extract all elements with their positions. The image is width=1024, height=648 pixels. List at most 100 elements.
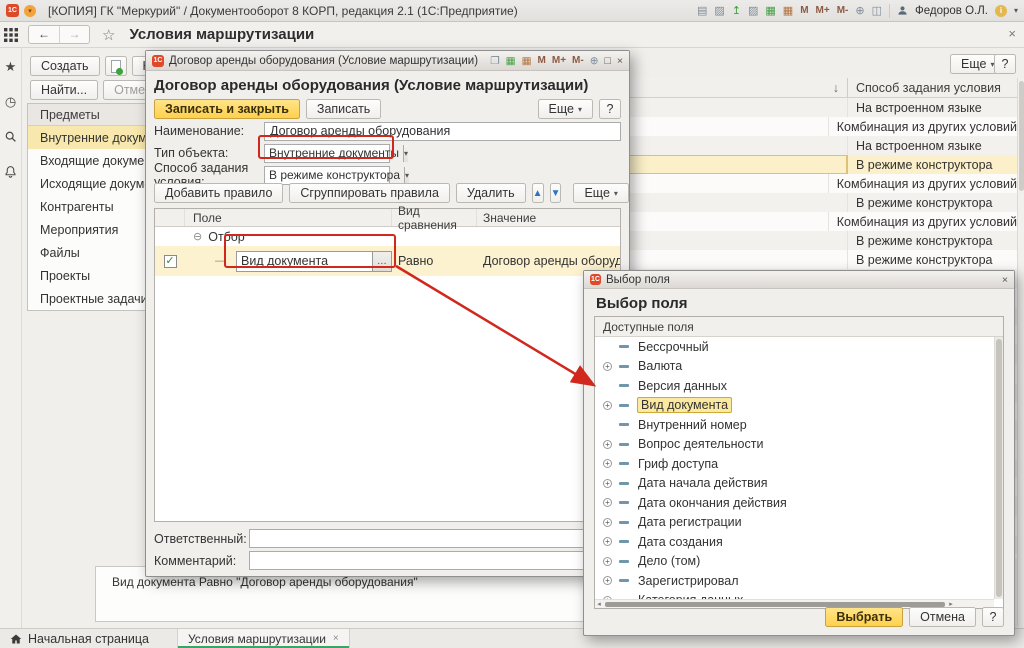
scrollbar-thumb[interactable] xyxy=(605,602,945,607)
search-icon[interactable] xyxy=(4,130,17,143)
sidebar-item-incoming-documents[interactable]: Входящие документы xyxy=(28,149,161,172)
rule-checkbox[interactable]: ✓ xyxy=(164,255,177,268)
forward-button[interactable]: → xyxy=(59,26,89,43)
zoom-icon[interactable]: ⊕ xyxy=(855,4,864,17)
print-icon[interactable]: ▨ xyxy=(714,4,724,17)
calendar-icon[interactable]: ▦ xyxy=(522,55,532,67)
favorite-star-icon[interactable]: ☆ xyxy=(102,26,115,44)
expand-icon[interactable]: + xyxy=(603,518,612,527)
memory-m-minus-button[interactable]: M- xyxy=(837,5,849,16)
back-button[interactable]: ← xyxy=(29,26,59,43)
copy-icon[interactable]: ❐ xyxy=(490,55,499,67)
comment-input[interactable] xyxy=(249,551,621,570)
memory-m-button[interactable]: M xyxy=(800,5,808,16)
expand-icon[interactable]: + xyxy=(603,537,612,546)
help-button[interactable]: ? xyxy=(982,607,1004,627)
save-and-close-button[interactable]: Записать и закрыть xyxy=(154,99,300,119)
maximize-icon[interactable]: □ xyxy=(605,55,611,67)
select-button[interactable]: Выбрать xyxy=(825,607,903,627)
expand-icon[interactable]: + xyxy=(603,459,612,468)
field-item[interactable]: +Валюта xyxy=(595,357,1003,377)
create-button[interactable]: Создать xyxy=(30,56,100,76)
app-menu-icon[interactable]: ▾ xyxy=(24,5,36,17)
sidebar-item-outgoing-documents[interactable]: Исходящие документы xyxy=(28,172,161,195)
condition-method-select[interactable]: В режиме конструктора ▾ xyxy=(264,166,390,185)
field-item[interactable]: +Версия данных xyxy=(595,376,1003,396)
field-item[interactable]: +Зарегистрировал xyxy=(595,571,1003,591)
sidebar-item-counterparties[interactable]: Контрагенты xyxy=(28,195,161,218)
zoom-icon[interactable]: ⊕ xyxy=(590,55,599,67)
field-item[interactable]: +Дело (том) xyxy=(595,552,1003,572)
sidebar-item-projects[interactable]: Проекты xyxy=(28,264,161,287)
scrollbar-thumb[interactable] xyxy=(996,339,1002,597)
move-down-button[interactable]: ▼ xyxy=(550,183,562,203)
delete-rule-button[interactable]: Удалить xyxy=(456,183,526,203)
tab-routing-conditions[interactable]: Условия маршрутизации × xyxy=(177,629,350,648)
field-item[interactable]: +Дата окончания действия xyxy=(595,493,1003,513)
table-scrollbar[interactable] xyxy=(1017,78,1024,626)
main-menu-button[interactable] xyxy=(0,22,22,48)
columns-icon[interactable]: ◫ xyxy=(872,4,882,17)
info-icon[interactable]: i xyxy=(995,5,1007,17)
expand-icon[interactable]: + xyxy=(603,479,612,488)
save-icon[interactable]: ▤ xyxy=(697,4,707,17)
expand-icon[interactable]: + xyxy=(603,576,612,585)
expand-icon[interactable]: + xyxy=(603,440,612,449)
dialog-titlebar[interactable]: 1С Выбор поля × xyxy=(584,271,1014,289)
rule-compare-cell[interactable]: Равно xyxy=(392,254,477,268)
field-item[interactable]: +Вопрос деятельности xyxy=(595,435,1003,455)
field-item-selected[interactable]: +Вид документа xyxy=(595,396,1003,416)
tab-close-icon[interactable]: × xyxy=(333,633,339,644)
form-close-icon[interactable]: × xyxy=(1008,26,1016,41)
expand-icon[interactable]: + xyxy=(603,362,612,371)
sidebar-item-files[interactable]: Файлы xyxy=(28,241,161,264)
scrollbar-thumb[interactable] xyxy=(1019,81,1024,191)
add-rule-button[interactable]: Добавить правило xyxy=(154,183,283,203)
group-rules-button[interactable]: Сгруппировать правила xyxy=(289,183,450,203)
close-icon[interactable]: × xyxy=(617,55,623,67)
memory-m-minus-button[interactable]: M- xyxy=(572,55,584,66)
list-help-button[interactable]: ? xyxy=(994,54,1016,74)
dropdown-icon[interactable]: ▾ xyxy=(1014,6,1018,15)
expand-icon[interactable]: + xyxy=(603,498,612,507)
calculator-icon[interactable]: ▦ xyxy=(765,4,775,17)
refresh-document-button[interactable] xyxy=(105,56,127,76)
notifications-bell-icon[interactable] xyxy=(4,165,17,178)
calendar-icon[interactable]: ▦ xyxy=(783,4,793,17)
expand-icon[interactable]: + xyxy=(603,401,612,410)
field-item[interactable]: +Дата создания xyxy=(595,532,1003,552)
sidebar-item-project-tasks[interactable]: Проектные задачи xyxy=(28,287,161,310)
rule-value-cell[interactable]: Договор аренды оборудования xyxy=(477,254,620,268)
field-item[interactable]: +Гриф доступа xyxy=(595,454,1003,474)
dialog-help-button[interactable]: ? xyxy=(599,99,621,119)
save-button[interactable]: Записать xyxy=(306,99,381,119)
move-up-button[interactable]: ▲ xyxy=(532,183,544,203)
rules-more-button[interactable]: Еще ▾ xyxy=(573,183,628,203)
responsible-input[interactable] xyxy=(249,529,621,548)
memory-m-button[interactable]: M xyxy=(538,55,546,66)
combo-dropdown-button[interactable]: ▾ xyxy=(403,145,408,162)
sidebar-item-internal-documents[interactable]: Внутренние документы xyxy=(28,126,161,149)
column-method-header[interactable]: Способ задания условия xyxy=(848,78,1017,97)
sidebar-item-events[interactable]: Мероприятия xyxy=(28,218,161,241)
find-ellipsis-button[interactable]: Найти... xyxy=(30,80,98,100)
history-icon[interactable]: ◷ xyxy=(5,95,16,108)
current-user[interactable]: Федоров О.Л. xyxy=(915,5,988,17)
dialog-more-button[interactable]: Еще ▾ xyxy=(538,99,593,119)
field-item[interactable]: +Дата регистрации xyxy=(595,513,1003,533)
value-column-header[interactable]: Значение xyxy=(477,209,620,226)
combo-dropdown-button[interactable]: ▾ xyxy=(404,167,409,184)
vertical-scrollbar[interactable] xyxy=(994,337,1003,599)
collapse-group-icon[interactable]: ⊖ xyxy=(193,230,202,243)
close-icon[interactable]: × xyxy=(1002,274,1008,286)
field-column-header[interactable]: Поле xyxy=(185,209,392,226)
dialog-titlebar[interactable]: 1С Договор аренды оборудования (Условие … xyxy=(146,51,629,71)
scroll-left-icon[interactable]: ◂ xyxy=(595,600,603,608)
cancel-button[interactable]: Отмена xyxy=(909,607,976,627)
expand-icon[interactable]: + xyxy=(603,557,612,566)
upload-icon[interactable]: ↥ xyxy=(732,4,741,17)
memory-m-plus-button[interactable]: M+ xyxy=(552,55,566,66)
field-item[interactable]: +Внутренний номер xyxy=(595,415,1003,435)
field-item[interactable]: +Дата начала действия xyxy=(595,474,1003,494)
compare-column-header[interactable]: Вид сравнения xyxy=(392,209,477,226)
